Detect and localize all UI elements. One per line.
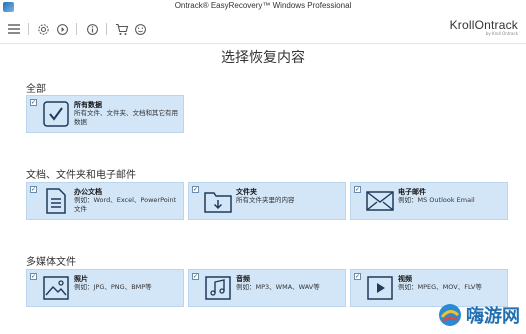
music-icon bbox=[203, 273, 233, 303]
email-checkbox[interactable]: ✓ bbox=[354, 186, 361, 193]
brand-logo: KrollOntrack by Kroll Ontrack bbox=[450, 18, 518, 36]
folders-checkbox[interactable]: ✓ bbox=[192, 186, 199, 193]
settings-icon[interactable] bbox=[35, 21, 51, 37]
section-title-media: 多媒体文件 bbox=[26, 257, 76, 268]
menu-icon[interactable] bbox=[6, 21, 22, 37]
watermark: 嗨游网 bbox=[437, 302, 520, 328]
folder-icon bbox=[203, 186, 233, 216]
toolbar-separator bbox=[28, 23, 29, 35]
tile-all-data[interactable]: ✓ 所有数据 所有文件、文件夹、文档和其它有用数据 bbox=[26, 95, 184, 133]
photos-checkbox[interactable]: ✓ bbox=[30, 273, 37, 280]
tile-description: 例如：Word、Excel、PowerPoint文件 bbox=[74, 196, 177, 213]
tile-photos[interactable]: ✓ 照片 例如：JPG、PNG、BMP等 bbox=[26, 269, 184, 307]
section-title-all: 全部 bbox=[26, 84, 46, 95]
cart-icon[interactable] bbox=[114, 21, 130, 37]
smile-icon[interactable] bbox=[132, 21, 148, 37]
tile-description: 例如：JPG、PNG、BMP等 bbox=[74, 283, 152, 291]
photo-icon bbox=[41, 273, 71, 303]
document-icon bbox=[41, 186, 71, 216]
video-checkbox[interactable]: ✓ bbox=[354, 273, 361, 280]
tile-description: 例如：MPEG、MOV、FLV等 bbox=[398, 283, 482, 291]
tile-description: 例如：MP3、WMA、WAV等 bbox=[236, 283, 320, 291]
tile-office-docs[interactable]: ✓ 办公文档 例如：Word、Excel、PowerPoint文件 bbox=[26, 182, 184, 220]
watermark-logo-icon bbox=[439, 304, 461, 326]
office-docs-checkbox[interactable]: ✓ bbox=[30, 186, 37, 193]
page-title: 选择恢复内容 bbox=[221, 50, 305, 66]
video-icon bbox=[365, 273, 395, 303]
section-title-docs: 文档、文件夹和电子邮件 bbox=[26, 170, 136, 181]
mail-icon bbox=[365, 186, 395, 216]
brand-name: KrollOntrack bbox=[449, 18, 518, 32]
tile-audio[interactable]: ✓ 音频 例如：MP3、WMA、WAV等 bbox=[188, 269, 346, 307]
watermark-text: 嗨游网 bbox=[466, 306, 520, 327]
checkmark-icon bbox=[41, 99, 71, 129]
toolbar: KrollOntrack by Kroll Ontrack bbox=[0, 14, 526, 44]
toolbar-separator bbox=[76, 23, 77, 35]
audio-checkbox[interactable]: ✓ bbox=[192, 273, 199, 280]
all-data-checkbox[interactable]: ✓ bbox=[30, 99, 37, 106]
toolbar-separator bbox=[106, 23, 107, 35]
tile-email[interactable]: ✓ 电子邮件 例如：MS Outlook Email bbox=[350, 182, 508, 220]
tile-description: 所有文件、文件夹、文档和其它有用数据 bbox=[74, 109, 178, 126]
history-icon[interactable] bbox=[54, 21, 70, 37]
title-bar: Ontrack® EasyRecovery™ Windows Professio… bbox=[0, 0, 526, 14]
tile-description: 所有文件夹里的内容 bbox=[236, 196, 295, 204]
window-title: Ontrack® EasyRecovery™ Windows Professio… bbox=[174, 1, 352, 10]
tile-folders[interactable]: ✓ 文件夹 所有文件夹里的内容 bbox=[188, 182, 346, 220]
tile-description: 例如：MS Outlook Email bbox=[398, 196, 475, 204]
info-icon[interactable] bbox=[84, 21, 100, 37]
